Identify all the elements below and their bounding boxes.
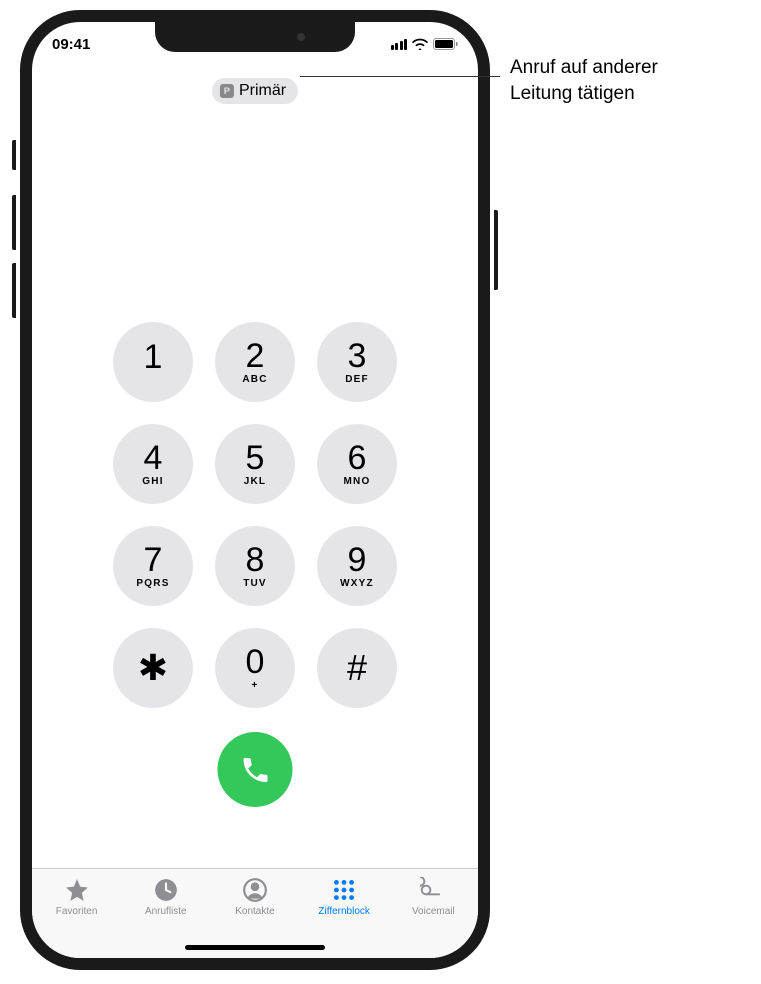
key-8[interactable]: 8 TUV [215,526,295,606]
tab-label: Kontakte [235,906,274,917]
voicemail-icon [420,877,446,903]
tab-label: Ziffernblock [318,906,370,917]
tab-label: Voicemail [412,906,455,917]
battery-icon [433,38,458,50]
tab-favorites[interactable]: Favoriten [37,877,117,958]
key-pound[interactable]: # [317,628,397,708]
callout-text: Anruf auf anderer Leitung tätigen [510,55,658,106]
phone-icon [239,754,271,786]
tab-label: Favoriten [56,906,98,917]
key-9[interactable]: 9 WXYZ [317,526,397,606]
key-1[interactable]: 1 [113,322,193,402]
key-6[interactable]: 6 MNO [317,424,397,504]
key-2[interactable]: 2 ABC [215,322,295,402]
line-label: Primär [239,82,286,100]
key-0[interactable]: 0 + [215,628,295,708]
home-indicator[interactable] [185,945,325,950]
key-4[interactable]: 4 GHI [113,424,193,504]
signal-icon [391,39,408,50]
phone-frame: 09:41 P Primär 1 2 ABC 3 DEF [20,10,490,970]
tab-voicemail[interactable]: Voicemail [393,877,473,958]
keypad: 1 2 ABC 3 DEF 4 GHI 5 JKL 6 MNO 7 PQRS 8 [113,322,397,708]
clock-icon [153,877,179,903]
phone-notch [155,22,355,52]
callout-line [300,76,500,77]
star-icon [64,877,90,903]
tab-label: Anrufliste [145,906,187,917]
line-badge: P [220,84,234,98]
key-7[interactable]: 7 PQRS [113,526,193,606]
call-button[interactable] [218,732,293,807]
contact-icon [242,877,268,903]
key-5[interactable]: 5 JKL [215,424,295,504]
status-time: 09:41 [52,36,112,53]
keypad-icon [331,877,357,903]
key-star[interactable]: ✱ [113,628,193,708]
wifi-icon [412,38,428,50]
key-3[interactable]: 3 DEF [317,322,397,402]
line-selector-pill[interactable]: P Primär [212,78,298,104]
